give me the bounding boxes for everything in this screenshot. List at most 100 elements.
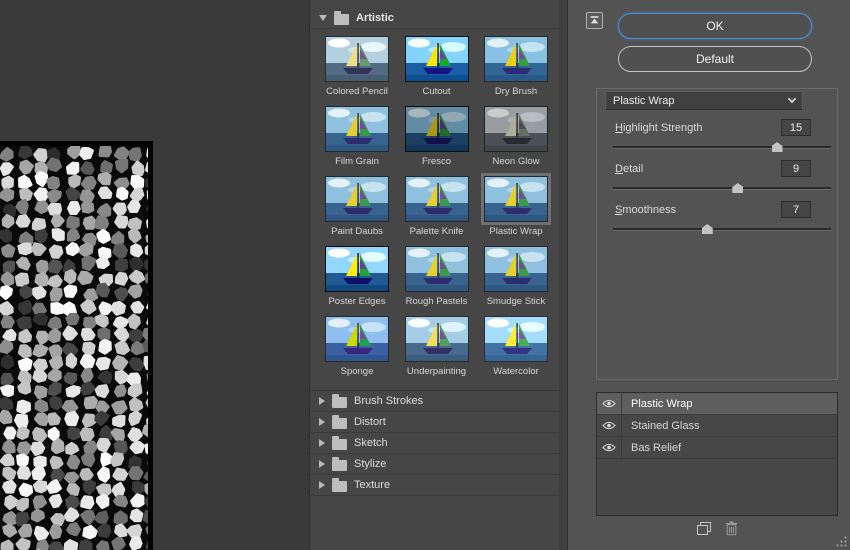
category-label: Brush Strokes bbox=[354, 395, 423, 407]
expand-triangle-icon[interactable] bbox=[319, 460, 325, 468]
visibility-toggle[interactable] bbox=[597, 437, 622, 458]
filter-thumb-label: Fresco bbox=[405, 156, 469, 167]
expand-triangle-icon[interactable] bbox=[319, 439, 325, 447]
filter-thumb-image bbox=[405, 36, 469, 82]
filter-thumb-film-grain[interactable]: Film Grain bbox=[325, 106, 389, 167]
filter-thumb-dry-brush[interactable]: Dry Brush bbox=[484, 36, 548, 97]
filter-thumb-label: Neon Glow bbox=[484, 156, 548, 167]
filter-thumb-label: Palette Knife bbox=[405, 226, 469, 237]
filter-thumb-image bbox=[484, 106, 548, 152]
filter-thumb-image bbox=[405, 246, 469, 292]
scrollbar-track[interactable] bbox=[559, 0, 566, 550]
category-distort[interactable]: Distort bbox=[310, 412, 567, 433]
category-label: Texture bbox=[354, 479, 390, 491]
filter-thumb-label: Watercolor bbox=[484, 366, 548, 377]
expand-triangle-icon[interactable] bbox=[319, 481, 325, 489]
category-stylize[interactable]: Stylize bbox=[310, 454, 567, 475]
slider-value-smoothness[interactable]: 7 bbox=[781, 201, 811, 218]
filter-thumb-fresco[interactable]: Fresco bbox=[405, 106, 469, 167]
resize-grip[interactable] bbox=[835, 535, 848, 548]
slider-thumb-detail[interactable] bbox=[732, 183, 743, 193]
slider-value-highlight-strength[interactable]: 15 bbox=[781, 119, 811, 136]
new-effect-layer-button[interactable] bbox=[696, 521, 712, 536]
category-texture[interactable]: Texture bbox=[310, 475, 567, 496]
delete-effect-layer-button[interactable] bbox=[725, 521, 738, 536]
eye-icon bbox=[602, 443, 616, 452]
effect-layer-name: Plastic Wrap bbox=[622, 393, 837, 414]
ok-button[interactable]: OK bbox=[618, 13, 812, 39]
collapse-triangle-icon[interactable] bbox=[319, 15, 327, 21]
category-label: Sketch bbox=[354, 437, 388, 449]
filter-thumb-underpainting[interactable]: Underpainting bbox=[405, 316, 469, 377]
filter-thumb-image bbox=[325, 246, 389, 292]
filter-thumb-plastic-wrap[interactable]: Plastic Wrap bbox=[484, 176, 548, 237]
filter-select[interactable]: Plastic Wrap bbox=[605, 91, 803, 110]
folder-icon bbox=[332, 397, 347, 408]
category-label: Stylize bbox=[354, 458, 386, 470]
filter-thumb-label: Underpainting bbox=[405, 366, 469, 377]
category-label: Artistic bbox=[356, 12, 394, 24]
category-sketch[interactable]: Sketch bbox=[310, 433, 567, 454]
new-effect-layer-icon bbox=[696, 521, 712, 536]
controls-panel: OK Default Plastic Wrap Highlight Streng… bbox=[569, 0, 850, 550]
collapsed-category-list: Brush Strokes Distort Sketch Stylize Tex… bbox=[310, 390, 567, 496]
expand-triangle-icon[interactable] bbox=[319, 418, 325, 426]
filter-thumb-image bbox=[405, 316, 469, 362]
filter-thumb-label: Smudge Stick bbox=[484, 296, 548, 307]
filter-thumb-image bbox=[484, 176, 548, 222]
layer-actions bbox=[596, 521, 838, 536]
filter-thumbnail-grid: Colored Pencil Cutout Dry Brush Film Gra… bbox=[310, 29, 567, 377]
filter-thumb-image bbox=[405, 106, 469, 152]
effect-layer-name: Stained Glass bbox=[622, 415, 837, 436]
slider-value-detail[interactable]: 9 bbox=[781, 160, 811, 177]
collapse-thumbnails-button[interactable] bbox=[586, 12, 603, 29]
category-brush-strokes[interactable]: Brush Strokes bbox=[310, 391, 567, 412]
collapse-panel-icon bbox=[589, 15, 600, 26]
effect-layer-row-plastic-wrap[interactable]: Plastic Wrap bbox=[597, 393, 837, 415]
filter-thumb-label: Sponge bbox=[325, 366, 389, 377]
filter-thumb-label: Paint Daubs bbox=[325, 226, 389, 237]
filter-thumb-cutout[interactable]: Cutout bbox=[405, 36, 469, 97]
filter-thumb-smudge-stick[interactable]: Smudge Stick bbox=[484, 246, 548, 307]
category-artistic[interactable]: Artistic bbox=[310, 8, 567, 29]
stained-glass-preview-graphic bbox=[0, 146, 148, 550]
filter-settings-group: Plastic Wrap Highlight Strength 15 Detai… bbox=[596, 88, 838, 380]
preview-image[interactable] bbox=[0, 141, 153, 550]
effect-layer-row-stained-glass[interactable]: Stained Glass bbox=[597, 415, 837, 437]
filter-thumb-image bbox=[484, 246, 548, 292]
slider-track-highlight-strength[interactable] bbox=[613, 146, 831, 149]
default-button[interactable]: Default bbox=[618, 46, 812, 72]
filter-thumb-sponge[interactable]: Sponge bbox=[325, 316, 389, 377]
effect-layer-name: Bas Relief bbox=[622, 437, 837, 458]
filter-thumb-neon-glow[interactable]: Neon Glow bbox=[484, 106, 548, 167]
slider-track-smoothness[interactable] bbox=[613, 228, 831, 231]
filter-thumb-palette-knife[interactable]: Palette Knife bbox=[405, 176, 469, 237]
visibility-toggle[interactable] bbox=[597, 393, 622, 414]
filter-thumb-image bbox=[484, 36, 548, 82]
filter-thumb-label: Rough Pastels bbox=[405, 296, 469, 307]
filter-thumb-colored-pencil[interactable]: Colored Pencil bbox=[325, 36, 389, 97]
filter-thumb-label: Plastic Wrap bbox=[484, 226, 548, 237]
effect-layer-row-bas-relief[interactable]: Bas Relief bbox=[597, 437, 837, 459]
filter-thumb-watercolor[interactable]: Watercolor bbox=[484, 316, 548, 377]
slider-label-highlight-strength: Highlight Strength bbox=[615, 122, 702, 134]
folder-icon bbox=[334, 14, 349, 25]
visibility-toggle[interactable] bbox=[597, 415, 622, 436]
effect-layers-list: Plastic Wrap Stained Glass Bas Relief bbox=[596, 392, 838, 516]
slider-detail: Detail 9 bbox=[597, 160, 837, 190]
slider-thumb-highlight-strength[interactable] bbox=[772, 142, 783, 152]
slider-thumb-smoothness[interactable] bbox=[702, 224, 713, 234]
filter-thumb-paint-daubs[interactable]: Paint Daubs bbox=[325, 176, 389, 237]
filter-thumb-image bbox=[325, 316, 389, 362]
slider-smoothness: Smoothness 7 bbox=[597, 201, 837, 231]
filter-thumb-poster-edges[interactable]: Poster Edges bbox=[325, 246, 389, 307]
slider-highlight-strength: Highlight Strength 15 bbox=[597, 119, 837, 149]
folder-icon bbox=[332, 439, 347, 450]
filter-thumb-image bbox=[325, 36, 389, 82]
filter-thumb-label: Poster Edges bbox=[325, 296, 389, 307]
slider-track-detail[interactable] bbox=[613, 187, 831, 190]
expand-triangle-icon[interactable] bbox=[319, 397, 325, 405]
filter-thumb-rough-pastels[interactable]: Rough Pastels bbox=[405, 246, 469, 307]
filter-thumb-label: Dry Brush bbox=[484, 86, 548, 97]
folder-icon bbox=[332, 481, 347, 492]
